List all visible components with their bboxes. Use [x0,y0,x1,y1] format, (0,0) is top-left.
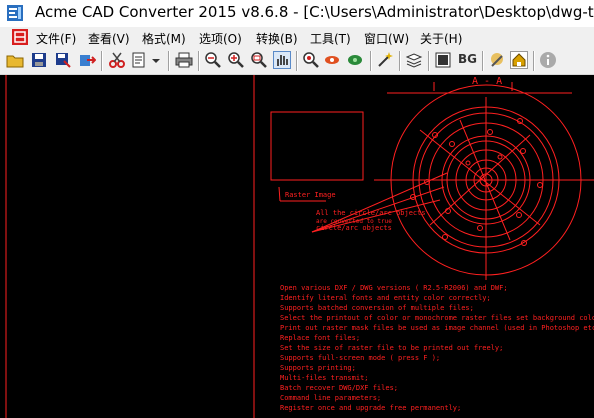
toolbar: BG [0,47,594,75]
bolt-hole [449,141,455,147]
open-folder-icon[interactable] [6,51,24,69]
toolbar-separator [168,51,170,71]
zoom-in-icon[interactable] [227,51,245,69]
note-line: Replace font files; [280,334,361,342]
document-properties-icon[interactable] [130,51,148,69]
toolbar-separator [482,51,484,71]
tools-icon[interactable] [488,51,506,69]
note-line: Supports full-screen mode ( press F ); [280,354,441,362]
bolt-hole [487,129,493,135]
print-icon[interactable] [175,51,193,69]
bolt-hole [497,154,503,160]
callout-line: circle/arc objects [316,224,392,232]
bolt-hole [516,212,522,218]
layers-icon[interactable] [346,51,364,69]
layer-stack-icon[interactable] [405,51,423,69]
raster-image-frame [270,111,364,181]
section-label: A - A [472,76,502,87]
note-line: Identify literal fonts and entity color … [280,294,491,302]
menu-window[interactable]: 窗口(W) [364,30,409,47]
note-line: Command line parameters; [280,394,382,402]
info-icon[interactable] [539,51,557,69]
window-title: Acme CAD Converter 2015 v8.6.8 - [C:\Use… [35,3,594,21]
background-color-button[interactable]: BG [458,52,477,66]
note-line: Batch recover DWG/DXF files; [280,384,399,392]
toolbar-separator [198,51,200,71]
zoom-extents-icon[interactable] [302,51,320,69]
menu-options[interactable]: 选项(O) [199,30,242,47]
home-icon[interactable] [510,51,528,69]
menu-view[interactable]: 查看(V) [88,30,130,47]
toolbar-separator [533,51,535,71]
note-line: Register once and upgrade free permanent… [280,404,462,412]
export-icon[interactable] [78,51,96,69]
menu-about[interactable]: 关于(H) [420,30,462,47]
app-icon [7,5,23,21]
note-line: Print out raster mask files be used as i… [280,324,594,332]
note-line: Multi-files transmit; [280,374,369,382]
menu-tools[interactable]: 工具(T) [310,30,351,47]
bolt-hole [442,234,448,240]
document-icon[interactable] [12,29,28,45]
toolbar-separator [428,51,430,71]
zoom-out-icon[interactable] [204,51,222,69]
toolbar-separator [399,51,401,71]
pan-hand-icon[interactable] [273,51,291,69]
drawing-canvas[interactable]: A - A Raster Image All the circle/arc ob… [0,75,594,418]
save-icon[interactable] [30,51,48,69]
title-bar: Acme CAD Converter 2015 v8.6.8 - [C:\Use… [0,0,594,27]
menu-bar: 文件(F) 查看(V) 格式(M) 选项(O) 转换(B) 工具(T) 窗口(W… [0,27,594,47]
monitor-icon[interactable] [434,51,452,69]
bolt-hole [537,182,543,188]
note-line: Supports batched conversion of multiple … [280,304,474,312]
menu-file[interactable]: 文件(F) [36,30,76,47]
chevron-down-icon[interactable] [150,51,162,69]
note-line: Supports printing; [280,364,356,372]
leader-line [278,186,281,202]
save-as-icon[interactable] [54,51,72,69]
bolt-hole [465,160,471,166]
callout-line: All the circle/arc objects [316,209,426,217]
note-line: Set the size of raster file to be printe… [280,344,504,352]
wand-icon[interactable] [376,51,394,69]
toolbar-separator [370,51,372,71]
feature-notes: Open various DXF / DWG versions ( R2.5-R… [280,283,594,413]
note-line: Open various DXF / DWG versions ( R2.5-R… [280,284,508,292]
toolbar-separator [101,51,103,71]
bolt-hole [477,225,483,231]
raster-label: Raster Image [285,191,336,199]
toolbar-separator [296,51,298,71]
note-line: Select the printout of color or monochro… [280,314,594,322]
cut-icon[interactable] [108,51,126,69]
menu-format[interactable]: 格式(M) [142,30,186,47]
zoom-realtime-icon[interactable] [324,51,342,69]
bolt-hole [520,148,526,154]
menu-convert[interactable]: 转换(B) [256,30,298,47]
zoom-window-icon[interactable] [250,51,268,69]
